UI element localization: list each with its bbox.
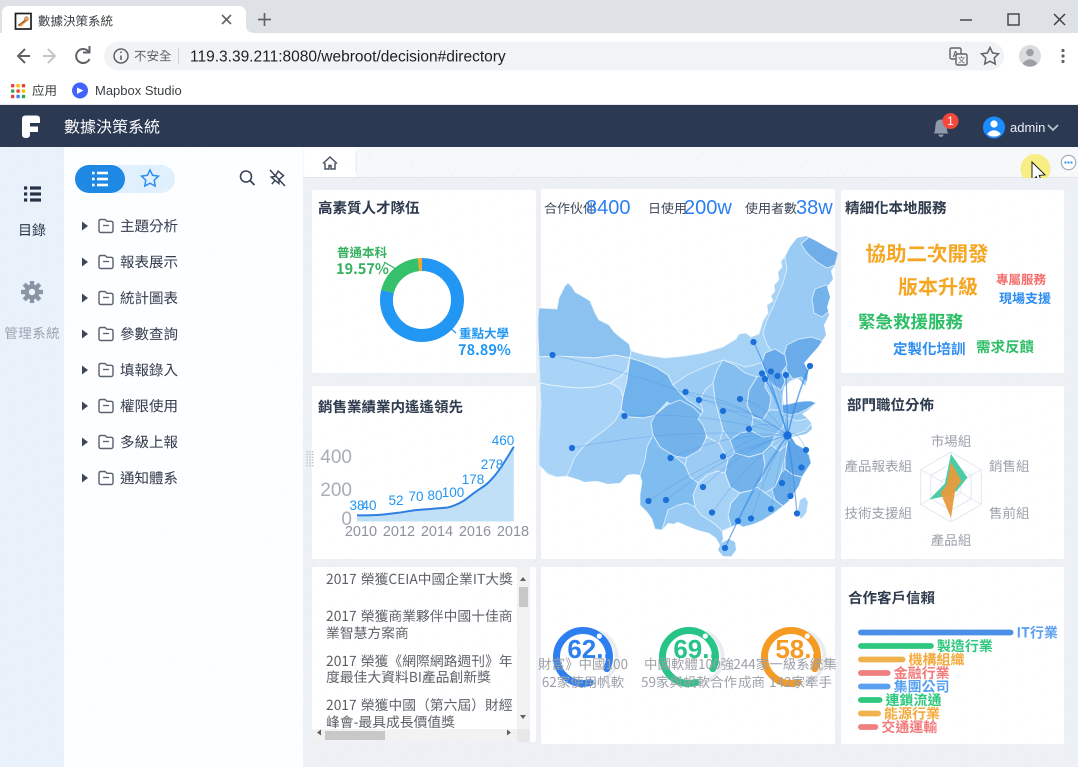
svg-text:Mapbox Studio: Mapbox Studio [95, 83, 182, 98]
svg-text:文: 文 [958, 55, 966, 65]
svg-text:119.3.39.211:8080/webroot/deci: 119.3.39.211:8080/webroot/decision#direc… [190, 49, 506, 66]
svg-text:1: 1 [947, 116, 953, 128]
svg-text:admin: admin [1010, 120, 1045, 135]
